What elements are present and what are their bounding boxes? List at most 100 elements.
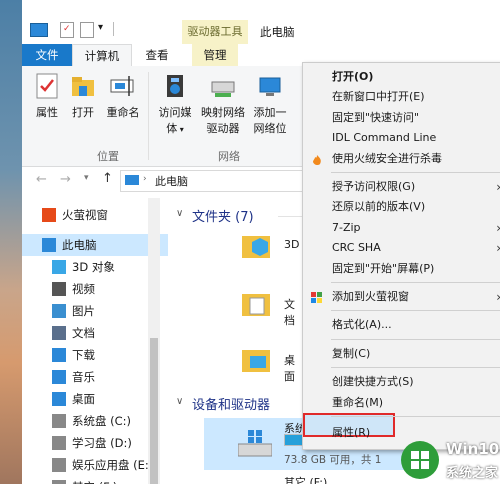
video-icon — [52, 282, 66, 296]
drive-icon — [52, 458, 66, 472]
map-network-drive-button[interactable]: 映射网络 驱动器 — [200, 72, 246, 136]
nav-scrollbar[interactable] — [148, 198, 160, 484]
group-network-label: 网络 — [218, 150, 240, 163]
folder-3d-objects[interactable]: 3D — [240, 230, 300, 270]
menu-item[interactable]: 重命名(M) — [303, 393, 500, 413]
network-location-icon — [256, 72, 284, 100]
nav-item[interactable]: 3D 对象 — [22, 256, 168, 278]
nav-item[interactable]: 图片 — [22, 300, 168, 322]
menu-item-label: 授予访问权限(G) — [332, 180, 416, 193]
documents-icon — [52, 326, 66, 340]
menu-item[interactable]: 格式化(A)... — [303, 315, 500, 335]
nav-scrollbar-thumb[interactable] — [150, 338, 158, 484]
nav-item[interactable]: 下载 — [22, 344, 168, 366]
menu-item[interactable]: 在新窗口中打开(E) — [303, 87, 500, 107]
add-network-location-button[interactable]: 添加一 网络位 — [250, 72, 290, 136]
drive-icon — [52, 480, 66, 484]
menu-item[interactable]: IDL Command Line — [303, 128, 500, 148]
back-icon[interactable]: ← — [36, 172, 47, 187]
menu-item[interactable]: 添加到火萤视窗 › — [303, 287, 500, 307]
menu-item-label: 还原以前的版本(V) — [332, 200, 426, 214]
menu-separator — [331, 338, 500, 340]
nav-item-label: 文档 — [72, 326, 95, 340]
menu-item[interactable]: 打开(O) — [303, 67, 500, 87]
drive-c-free-space: 73.8 GB 可用，共 1 — [284, 454, 382, 466]
address-computer-icon — [125, 175, 139, 185]
documents-folder-icon — [242, 294, 270, 316]
nav-item[interactable]: 桌面 — [22, 388, 168, 410]
menu-item[interactable]: CRC SHA › — [303, 238, 500, 258]
tab-manage[interactable]: 管理 — [192, 44, 238, 66]
devices-collapse-icon[interactable]: ∨ — [176, 396, 183, 407]
quick-access-properties-icon[interactable]: ✓ — [60, 22, 74, 38]
menu-item[interactable]: 固定到"快速访问" — [303, 108, 500, 128]
nav-item-label: 下载 — [72, 348, 95, 362]
folder-docs-label: 文档 — [284, 298, 295, 327]
nav-item[interactable]: 火萤视窗 — [22, 204, 168, 226]
breadcrumb-this-pc[interactable]: 此电脑 — [155, 173, 188, 189]
nav-item[interactable]: 娱乐应用盘 (E:) — [22, 454, 168, 476]
menu-item[interactable]: 授予访问权限(G) › — [303, 177, 500, 197]
recent-dropdown-icon[interactable]: ▾ — [84, 173, 89, 183]
desktop-icon — [52, 392, 66, 406]
folder-desktop[interactable]: 桌面 — [240, 344, 300, 384]
folders-header[interactable]: 文件夹 (7) — [192, 206, 254, 225]
win10-logo-icon — [401, 441, 439, 479]
huorong-icon — [311, 153, 323, 165]
nav-item-label: 学习盘 (D:) — [72, 436, 132, 450]
menu-item[interactable]: 使用火绒安全进行杀毒 — [303, 149, 500, 169]
watermark-sub: 系统之家 — [446, 466, 499, 481]
quick-access-dropdown-icon[interactable]: ▾ — [98, 22, 103, 33]
properties-icon — [33, 72, 61, 100]
menu-separator — [331, 172, 500, 173]
nav-item[interactable]: 文档 — [22, 322, 168, 344]
menu-item[interactable]: 还原以前的版本(V) — [303, 197, 500, 217]
window-title: 此电脑 — [260, 25, 295, 39]
quick-access-newfolder-icon[interactable] — [80, 22, 94, 38]
properties-button[interactable]: 属性 — [30, 72, 64, 120]
nav-item[interactable]: 其它 (F:) — [22, 476, 168, 484]
menu-item-label: 使用火绒安全进行杀毒 — [332, 151, 442, 165]
tab-computer[interactable]: 计算机 — [72, 44, 132, 67]
forward-icon[interactable]: → — [60, 172, 71, 187]
nav-item-label: 系统盘 (C:) — [72, 414, 132, 428]
menu-separator — [331, 282, 500, 283]
drive-icon — [52, 436, 66, 450]
nav-item[interactable]: 此电脑 — [22, 234, 168, 256]
access-media-button[interactable]: 访问媒体 ▾ — [154, 72, 196, 136]
menu-item-label: 固定到"快速访问" — [332, 110, 420, 124]
desktop-folder-icon — [242, 350, 270, 372]
3d-objects-icon — [52, 260, 66, 274]
menu-item-label: IDL Command Line — [332, 131, 437, 145]
devices-header[interactable]: 设备和驱动器 — [192, 394, 270, 413]
drive-f-label[interactable]: 其它 (F:) — [284, 474, 327, 484]
nav-item-label: 视频 — [72, 282, 95, 296]
rename-label: 重命名 — [106, 106, 140, 119]
map-drive-line2: 驱动器 — [206, 122, 240, 135]
network-drive-icon — [209, 72, 237, 100]
properties-label: 属性 — [36, 106, 58, 119]
breadcrumb-chevron-icon[interactable]: › — [143, 174, 147, 184]
rename-button[interactable]: 重命名 — [104, 72, 142, 120]
rename-icon — [109, 72, 137, 100]
media-icon — [161, 72, 189, 100]
nav-item[interactable]: 音乐 — [22, 366, 168, 388]
folders-collapse-icon[interactable]: ∨ — [176, 208, 183, 219]
nav-item[interactable]: 学习盘 (D:) — [22, 432, 168, 454]
nav-item[interactable]: 系统盘 (C:) — [22, 410, 168, 432]
open-button[interactable]: 打开 — [68, 72, 98, 120]
tab-file[interactable]: 文件 — [22, 44, 72, 66]
menu-item[interactable]: 创建快捷方式(S) — [303, 372, 500, 392]
menu-item[interactable]: 复制(C) — [303, 344, 500, 364]
menu-item[interactable]: 7-Zip › — [303, 218, 500, 238]
watermark-brand: Win10 — [446, 440, 500, 458]
submenu-arrow-icon: › — [496, 238, 500, 258]
menu-item[interactable]: 固定到"开始"屏幕(P) — [303, 259, 500, 279]
tab-view[interactable]: 查看 — [140, 44, 174, 66]
folder-documents[interactable]: 文档 — [240, 288, 300, 328]
submenu-arrow-icon: › — [496, 177, 500, 197]
up-icon[interactable]: ↑ — [102, 171, 113, 186]
drive-icon — [52, 414, 66, 428]
submenu-arrow-icon: › — [496, 287, 500, 307]
nav-item[interactable]: 视频 — [22, 278, 168, 300]
